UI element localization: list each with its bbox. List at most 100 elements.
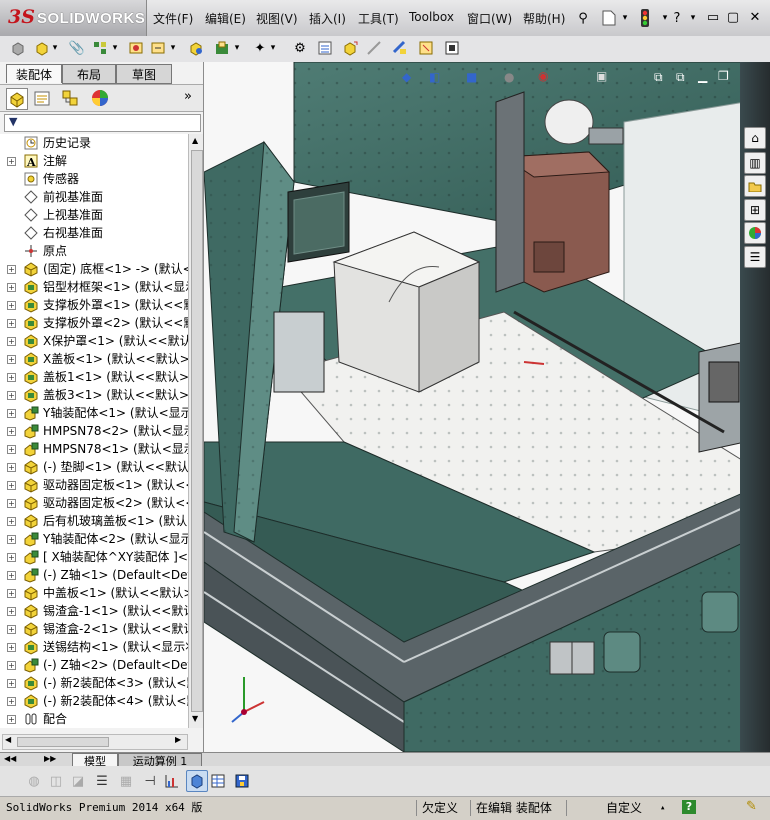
new-motion-study-icon[interactable]: ⚙ [290,38,310,58]
interference-detection-icon[interactable] [390,38,410,58]
expand-toggle-icon[interactable]: + [7,481,16,490]
expand-toggle-icon[interactable]: + [7,625,16,634]
expand-toggle-icon[interactable]: + [7,265,16,274]
view-orientation-icon[interactable]: ◆ [402,70,411,84]
minimize-button[interactable]: ▭ [702,6,724,28]
appearances-scenes-icon[interactable] [744,222,766,244]
wireframe-icon[interactable]: ◫ [46,771,66,791]
viewport-restore-icon[interactable]: ❐ [718,69,729,83]
tree-item[interactable]: + 盖板3<1> (默认<<默认>_显 [0,386,188,404]
traffic-light-icon[interactable] [634,7,656,29]
paperclip-icon[interactable]: 📎 [67,38,87,58]
tab-layout[interactable]: 布局 [62,64,116,84]
close-button[interactable]: ✕ [744,6,766,28]
chevron-down-icon[interactable]: ▾ [110,38,120,58]
tile-vertical-icon[interactable]: ⧉ [676,70,685,85]
assembly-mode-icon[interactable] [8,38,28,58]
scroll-right-icon[interactable]: ▶ [175,735,181,744]
linear-pattern-icon[interactable] [90,38,110,58]
menu-insert[interactable]: 插入(I) [309,10,346,27]
expand-toggle-icon[interactable]: + [7,589,16,598]
expand-toggle-icon[interactable]: + [7,283,16,292]
tree-item[interactable]: + 铝型材框架<1> (默认<显示 [0,278,188,296]
tab-scroll-first-icon[interactable]: ◀◀ [4,754,16,763]
expand-toggle-icon[interactable]: + [7,607,16,616]
tree-item[interactable]: + (固定) 底框<1> -> (默认< [0,260,188,278]
menu-edit[interactable]: 编辑(E) [205,10,246,27]
view-palette-icon[interactable]: ⊞ [744,199,766,221]
appearance-icon[interactable]: ◉ [538,69,548,83]
tree-item[interactable]: + 支撑板外罩<2> (默认<<默认 [0,314,188,332]
tree-item[interactable]: + 驱动器固定板<2> (默认<<默 [0,494,188,512]
tab-sketch[interactable]: 草图 [116,64,172,84]
chevron-down-icon[interactable]: ▾ [268,38,278,58]
tree-item[interactable]: + 支撑板外罩<1> (默认<<默认 [0,296,188,314]
save-view-icon[interactable] [232,771,252,791]
tree-item[interactable]: + (-) 新2装配体<4> (默认<默 [0,692,188,710]
expand-toggle-icon[interactable]: + [7,373,16,382]
expand-toggle-icon[interactable]: + [7,391,16,400]
expand-toggle-icon[interactable]: + [7,319,16,328]
instant3d-icon[interactable] [442,38,462,58]
tree-item[interactable]: 右视基准面 [0,224,188,242]
show-hidden-icon[interactable] [186,38,206,58]
expand-toggle-icon[interactable]: + [7,157,16,166]
tree-item[interactable]: + X盖板<1> (默认<<默认>_显 [0,350,188,368]
chevron-down-icon[interactable]: ▾ [682,7,704,29]
tree-item[interactable]: + HMPSN78<2> (默认<显示状态 [0,422,188,440]
move-component-icon[interactable] [148,38,168,58]
view-settings-icon[interactable]: ▣ [596,69,607,83]
expand-toggle-icon[interactable]: + [7,409,16,418]
reference-geometry-icon[interactable]: ✦ [250,38,270,58]
exploded-view-icon[interactable] [340,38,360,58]
tree-item[interactable]: + (-) 新2装配体<3> (默认<默 [0,674,188,692]
expand-toggle-icon[interactable]: + [7,499,16,508]
expand-toggle-icon[interactable]: + [7,679,16,688]
graphics-viewport[interactable]: ⧉ ⧉ ▁ ❐ ✕ ◆ ◧ ■ ● ◉ ▣ [204,62,745,752]
bill-of-materials-icon[interactable] [315,38,335,58]
expand-toggle-icon[interactable]: + [7,427,16,436]
viewport-minimize-icon[interactable]: ▁ [698,69,707,83]
expand-toggle-icon[interactable]: + [7,661,16,670]
property-manager-icon[interactable] [32,88,52,108]
tree-item[interactable]: 传感器 [0,170,188,188]
pin-icon[interactable]: ⚲ [572,7,594,29]
hidden-lines-icon[interactable]: ◍ [24,771,44,791]
scroll-up-icon[interactable]: ▲ [192,136,198,145]
expand-toggle-icon[interactable]: + [7,301,16,310]
dimension-icon[interactable]: ⊣ [140,771,160,791]
tree-item[interactable]: + (-) Z轴<1> (Default<Defa [0,566,188,584]
table-icon[interactable] [208,771,228,791]
tree-item[interactable]: + Y轴装配体<1> (默认<显示状 [0,404,188,422]
tree-item[interactable]: + (-) 垫脚<1> (默认<<默认 [0,458,188,476]
tree-item[interactable]: + X保护罩<1> (默认<<默认>_ [0,332,188,350]
hscroll-thumb[interactable] [17,737,109,747]
home-icon[interactable]: ⌂ [744,127,766,149]
assembly-features-icon[interactable] [212,38,232,58]
custom-properties-icon[interactable]: ☰ [744,246,766,268]
hide-show-items-icon[interactable]: ● [504,70,514,84]
tree-item[interactable]: + (-) Z轴<2> (Default<Defa [0,656,188,674]
shaded-edges-icon[interactable]: ◪ [68,771,88,791]
tree-item[interactable]: 原点 [0,242,188,260]
expand-toggle-icon[interactable]: + [7,571,16,580]
menu-file[interactable]: 文件(F) [153,10,193,27]
tree-item[interactable]: + 后有机玻璃盖板<1> (默认< [0,512,188,530]
assembly-model-render[interactable] [204,62,745,752]
restore-button[interactable]: ▢ [722,6,744,28]
menu-view[interactable]: 视图(V) [256,10,298,27]
help-icon[interactable]: ? [682,800,696,814]
tab-scroll-next-icon[interactable]: ▶▶ [44,754,56,763]
chevron-down-icon[interactable]: ▾ [614,7,636,29]
tree-item[interactable]: + 送锡结构<1> (默认<显示状 [0,638,188,656]
tree-horizontal-scrollbar[interactable]: ◀ ▶ [2,734,188,750]
chart-icon[interactable] [162,771,182,791]
tree-item[interactable]: + 中盖板<1> (默认<<默认>_显 [0,584,188,602]
tab-assembly[interactable]: 装配体 [6,64,62,83]
expand-toggle-icon[interactable]: + [7,715,16,724]
chevron-down-icon[interactable]: ▾ [50,38,60,58]
chevron-down-icon[interactable]: ▾ [232,38,242,58]
more-tabs-icon[interactable]: » [184,89,192,104]
menu-toolbox[interactable]: Toolbox [409,10,454,24]
feature-manager-tree-icon[interactable] [6,88,28,110]
